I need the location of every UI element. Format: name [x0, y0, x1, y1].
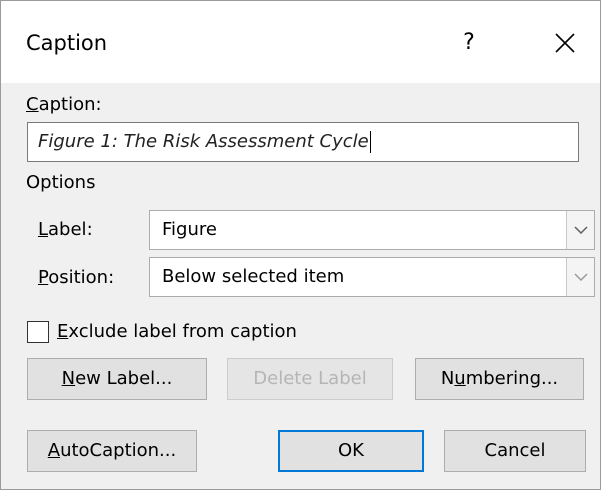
chevron-down-icon	[574, 226, 588, 234]
label-dropdown-toggle[interactable]	[566, 211, 594, 249]
caption-label-accel: C	[26, 94, 39, 115]
numbering-button[interactable]: Numbering...	[415, 358, 584, 400]
autocaption-text: utoCaption...	[60, 440, 177, 461]
numbering-accel: u	[454, 368, 466, 389]
label-field-accel: L	[38, 219, 49, 240]
label-dropdown[interactable]: Figure	[149, 210, 595, 250]
autocaption-accel: A	[47, 440, 61, 461]
caption-label-text: aption:	[38, 94, 102, 115]
caption-input-value: Figure 1: The Risk Assessment Cycle	[38, 131, 369, 152]
position-field-text: osition:	[48, 267, 115, 288]
label-field-label: Label:	[38, 218, 93, 242]
caption-dialog: Caption ? Caption: Figure 1: The Risk As…	[0, 0, 601, 490]
close-icon	[555, 33, 575, 53]
label-dropdown-value: Figure	[162, 219, 217, 240]
options-heading: Options	[26, 172, 96, 193]
position-field-accel: P	[38, 267, 49, 288]
exclude-label-text[interactable]: Exclude label from caption	[57, 320, 297, 344]
exclude-label-checkbox[interactable]	[27, 321, 49, 343]
new-label-text: ew Label...	[75, 368, 173, 389]
label-field-text: abel:	[48, 219, 93, 240]
caption-input[interactable]: Figure 1: The Risk Assessment Cycle	[27, 122, 579, 162]
chevron-down-icon	[574, 273, 588, 281]
text-caret	[369, 131, 371, 153]
new-label-accel: N	[61, 368, 76, 389]
position-field-label: Position:	[38, 266, 114, 290]
position-dropdown-toggle[interactable]	[566, 258, 594, 296]
dialog-title: Caption	[26, 31, 108, 55]
cancel-button[interactable]: Cancel	[444, 430, 586, 472]
numbering-text-pre: N	[440, 368, 455, 389]
title-bar[interactable]: Caption ?	[1, 1, 600, 83]
autocaption-button[interactable]: AutoCaption...	[27, 430, 197, 472]
ok-button[interactable]: OK	[278, 430, 424, 472]
exclude-label-rest: xclude label from caption	[68, 321, 297, 342]
position-dropdown-value: Below selected item	[162, 266, 345, 287]
caption-label: Caption:	[26, 93, 102, 117]
help-button[interactable]: ?	[449, 23, 489, 63]
close-button[interactable]	[543, 21, 587, 65]
position-dropdown[interactable]: Below selected item	[149, 257, 595, 297]
new-label-button[interactable]: New Label...	[27, 358, 207, 400]
delete-label-button[interactable]: Delete Label	[227, 358, 393, 400]
exclude-label-accel: E	[57, 321, 69, 342]
numbering-text-rest: mbering...	[465, 368, 559, 389]
